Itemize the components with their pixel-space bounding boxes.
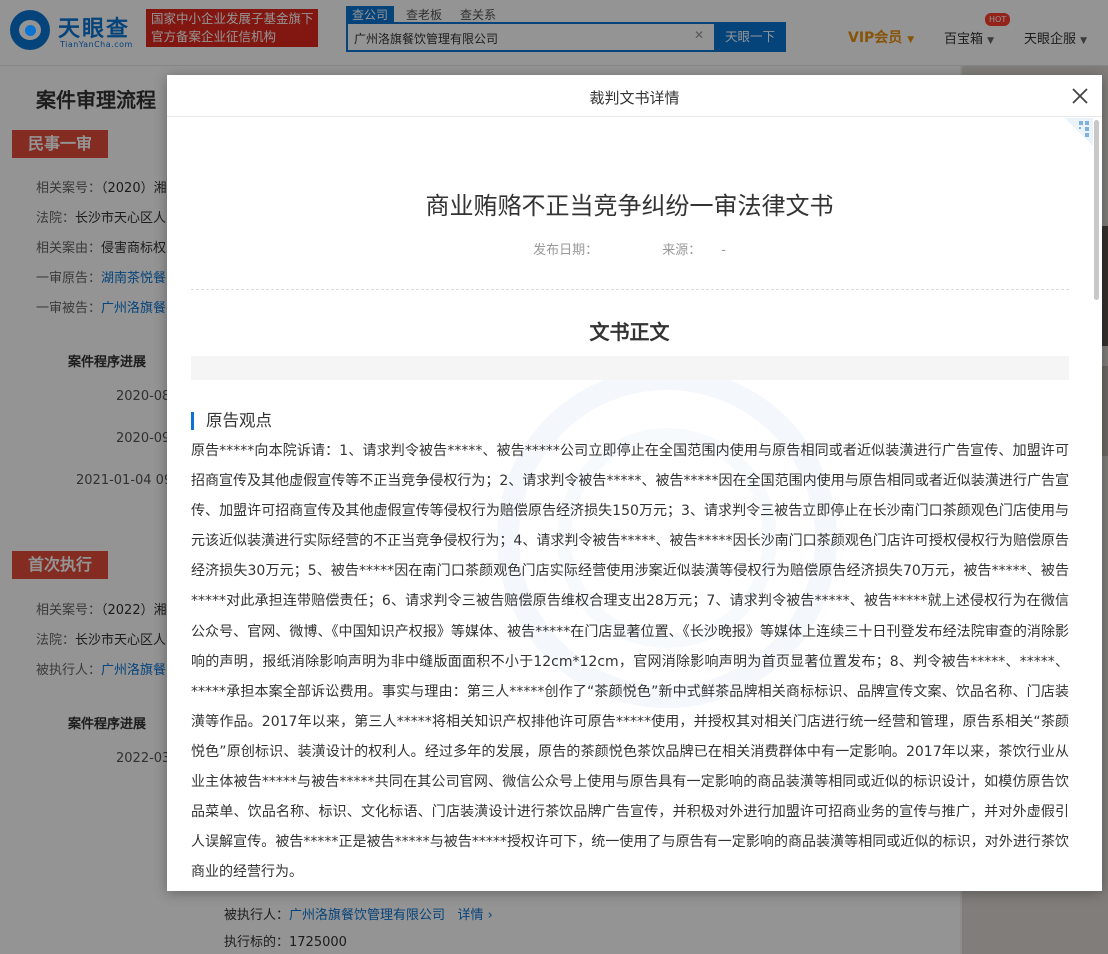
modal-scrollbar[interactable]: [1094, 120, 1099, 300]
source-label: 来源：: [662, 243, 702, 258]
modal-header: 裁判文书详情: [167, 75, 1102, 117]
modal-title: 裁判文书详情: [589, 89, 680, 107]
document-text: 原告*****向本院诉请：1、请求判令被告*****、被告*****公司立即停止…: [191, 406, 1069, 887]
plaintiff-statement: 原告*****向本院诉请：1、请求判令被告*****、被告*****公司立即停止…: [191, 443, 1069, 881]
content-placeholder-bar: [191, 356, 1069, 380]
source: 来源： -: [652, 243, 736, 258]
judgment-document-modal: 裁判文书详情 商业贿赂不正当竞争纠纷一审法律文书 发布日期： 来源： - 文书正文…: [167, 75, 1102, 891]
publish-date-label: 发布日期：: [533, 243, 599, 258]
qr-corner-icon[interactable]: [1065, 118, 1093, 146]
divider: [191, 289, 1069, 290]
modal-body: 商业贿赂不正当竞争纠纷一审法律文书 发布日期： 来源： - 文书正文 原告观点 原…: [167, 118, 1102, 891]
body-heading: 文书正文: [589, 320, 670, 344]
close-icon[interactable]: [1069, 85, 1091, 107]
source-value: -: [721, 243, 726, 258]
document-meta: 发布日期： 来源： -: [167, 239, 1092, 258]
document-title: 商业贿赂不正当竞争纠纷一审法律文书: [425, 192, 834, 220]
publish-date: 发布日期：: [523, 243, 628, 258]
